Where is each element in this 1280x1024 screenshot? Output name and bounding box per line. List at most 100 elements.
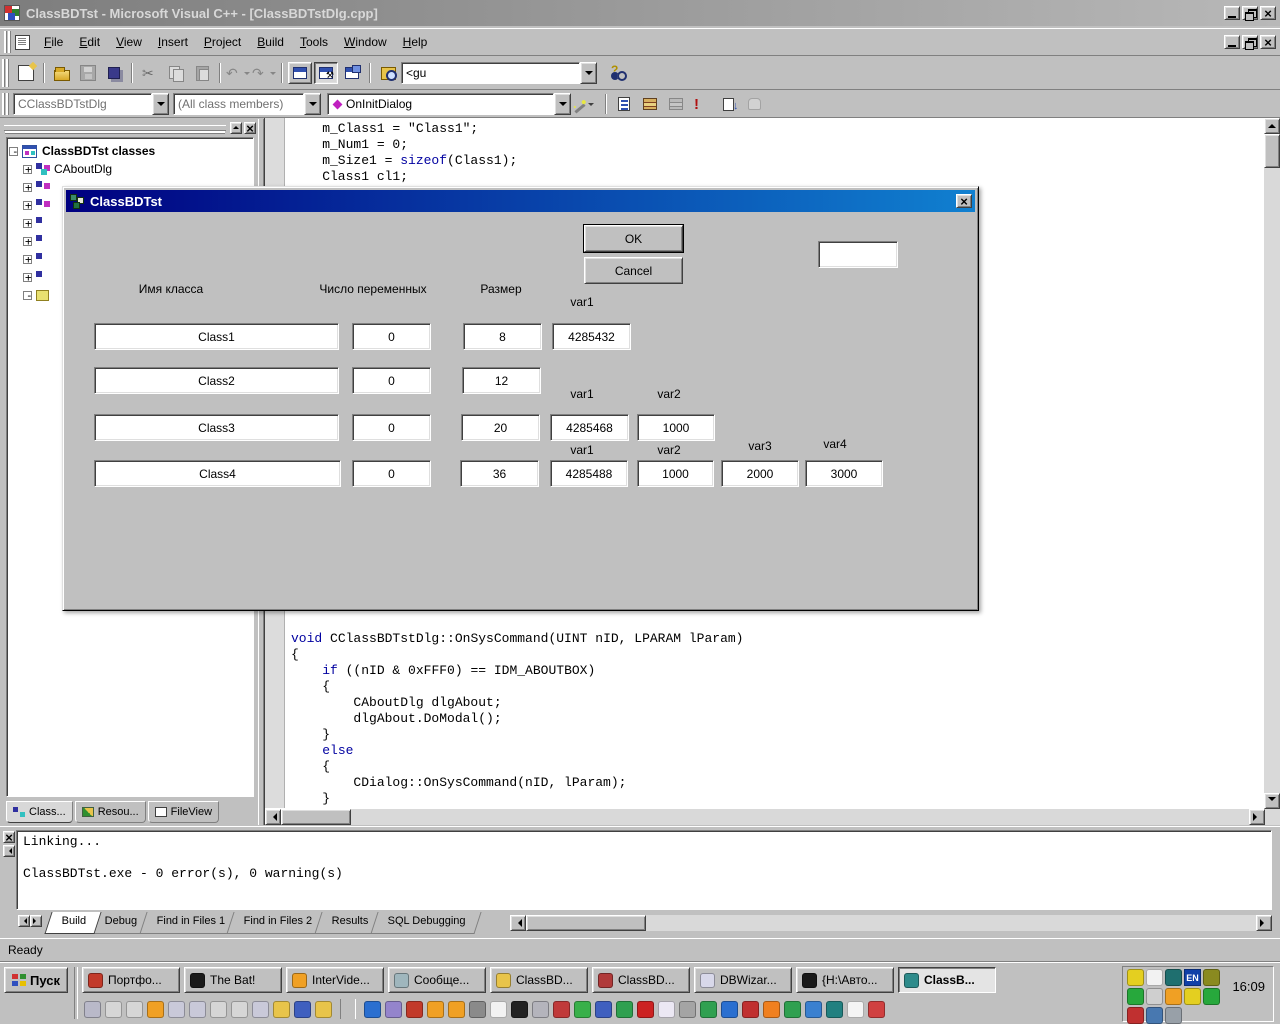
quicklaunch-icon[interactable] bbox=[147, 1001, 164, 1018]
members-combo-text[interactable]: (All class members) bbox=[173, 93, 304, 115]
scroll-left-button[interactable] bbox=[510, 915, 526, 931]
task-button[interactable]: Сообще... bbox=[388, 967, 486, 993]
menu-window[interactable]: Window bbox=[336, 32, 395, 52]
scroll-right-button[interactable] bbox=[1256, 915, 1272, 931]
quicklaunch-icon[interactable] bbox=[553, 1001, 570, 1018]
quicklaunch-icon[interactable] bbox=[595, 1001, 612, 1018]
find-combo[interactable]: <gu bbox=[401, 62, 597, 84]
var3-field[interactable]: 2000 bbox=[721, 460, 799, 487]
menu-view[interactable]: View bbox=[108, 32, 150, 52]
horizontal-scroll-thumb[interactable] bbox=[281, 809, 351, 825]
search-button[interactable] bbox=[607, 62, 631, 84]
compile-button[interactable] bbox=[612, 93, 636, 115]
wizard-action-button[interactable] bbox=[572, 93, 596, 115]
class-combo-dropdown[interactable] bbox=[152, 93, 169, 115]
var1-field[interactable]: 4285468 bbox=[550, 414, 629, 441]
quicklaunch-icon[interactable] bbox=[511, 1001, 528, 1018]
tray-icon[interactable] bbox=[1146, 1007, 1163, 1024]
quicklaunch-icon[interactable] bbox=[637, 1001, 654, 1018]
tab-find-in-files-1[interactable]: Find in Files 1 bbox=[139, 912, 241, 934]
task-button[interactable]: The Bat! bbox=[184, 967, 282, 993]
tab-sql-debugging[interactable]: SQL Debugging bbox=[370, 912, 481, 934]
editor-horizontal-scrollbar[interactable] bbox=[265, 809, 1280, 825]
restore-button[interactable] bbox=[1242, 6, 1258, 20]
menu-tools[interactable]: Tools bbox=[292, 32, 336, 52]
class-combo[interactable]: CClassBDTstDlg bbox=[13, 93, 169, 115]
class-name-field[interactable]: Class2 bbox=[94, 367, 339, 394]
tray-icon[interactable] bbox=[1127, 1007, 1144, 1024]
quicklaunch-icon[interactable] bbox=[805, 1001, 822, 1018]
quicklaunch-icon[interactable] bbox=[231, 1001, 248, 1018]
editor-vertical-scrollbar[interactable] bbox=[1264, 118, 1280, 809]
tray-icon[interactable] bbox=[1165, 969, 1182, 986]
task-button[interactable]: InterVide... bbox=[286, 967, 384, 993]
vertical-scroll-thumb[interactable] bbox=[1264, 134, 1280, 168]
quicklaunch-icon[interactable] bbox=[763, 1001, 780, 1018]
class-combo-text[interactable]: CClassBDTstDlg bbox=[13, 93, 152, 115]
function-combo-dropdown[interactable] bbox=[554, 93, 571, 115]
close-button[interactable] bbox=[1260, 6, 1276, 20]
menu-project[interactable]: Project bbox=[196, 32, 249, 52]
tab-find-in-files-2[interactable]: Find in Files 2 bbox=[227, 912, 329, 934]
tree-root[interactable]: ClassBDTst classes bbox=[9, 142, 251, 160]
cut-button[interactable] bbox=[138, 62, 162, 84]
quicklaunch-icon[interactable] bbox=[427, 1001, 444, 1018]
expand-icon[interactable] bbox=[23, 255, 32, 264]
quicklaunch-icon[interactable] bbox=[448, 1001, 465, 1018]
workspace-pin-button[interactable] bbox=[230, 122, 242, 134]
members-combo-dropdown[interactable] bbox=[304, 93, 321, 115]
quicklaunch-icon[interactable] bbox=[364, 1001, 381, 1018]
tabs-scroll-right-button[interactable] bbox=[30, 915, 42, 927]
scroll-right-button[interactable] bbox=[1249, 809, 1265, 825]
class-name-field[interactable]: Class1 bbox=[94, 323, 339, 350]
function-combo[interactable]: OnInitDialog bbox=[327, 93, 571, 115]
menu-build[interactable]: Build bbox=[249, 32, 292, 52]
dialog-close-button[interactable] bbox=[956, 194, 972, 208]
dialog-titlebar[interactable]: ClassBDTst bbox=[66, 190, 975, 212]
quicklaunch-icon[interactable] bbox=[721, 1001, 738, 1018]
quicklaunch-icon[interactable] bbox=[315, 1001, 332, 1018]
size-field[interactable]: 36 bbox=[460, 460, 539, 487]
output-scroll-thumb[interactable] bbox=[526, 915, 646, 931]
scroll-left-button[interactable] bbox=[265, 809, 281, 825]
quicklaunch-icon[interactable] bbox=[679, 1001, 696, 1018]
tab-build[interactable]: Build bbox=[44, 912, 102, 934]
output-collapse-button[interactable] bbox=[3, 845, 15, 857]
task-button[interactable]: ClassB... bbox=[898, 967, 996, 993]
go-button[interactable] bbox=[716, 93, 740, 115]
workspace-close-button[interactable] bbox=[244, 122, 256, 134]
mdi-minimize-button[interactable] bbox=[1224, 35, 1240, 49]
tabs-scroll-left-button[interactable] bbox=[18, 915, 30, 927]
task-button[interactable]: DBWizar... bbox=[694, 967, 792, 993]
size-field[interactable]: 8 bbox=[463, 323, 542, 350]
quicklaunch-icon[interactable] bbox=[658, 1001, 675, 1018]
function-combo-text[interactable]: OnInitDialog bbox=[346, 97, 412, 114]
tab-fileview[interactable]: FileView bbox=[148, 801, 219, 823]
expand-icon[interactable] bbox=[23, 201, 32, 210]
find-in-files-button[interactable] bbox=[376, 62, 400, 84]
minimize-button[interactable] bbox=[1224, 6, 1240, 20]
copy-button[interactable] bbox=[164, 62, 188, 84]
tray-icon[interactable] bbox=[1146, 988, 1163, 1005]
execute-button[interactable] bbox=[690, 93, 714, 115]
class-name-field[interactable]: Class4 bbox=[94, 460, 341, 487]
build-button[interactable] bbox=[638, 93, 662, 115]
quicklaunch-icon[interactable] bbox=[700, 1001, 717, 1018]
tray-icon[interactable] bbox=[1165, 988, 1182, 1005]
quicklaunch-icon[interactable] bbox=[574, 1001, 591, 1018]
start-button[interactable]: Пуск bbox=[4, 967, 68, 993]
quicklaunch-icon[interactable] bbox=[210, 1001, 227, 1018]
ok-button[interactable]: OK bbox=[584, 225, 683, 252]
quicklaunch-icon[interactable] bbox=[84, 1001, 101, 1018]
breakpoint-button[interactable] bbox=[742, 93, 766, 115]
class-name-field[interactable]: Class3 bbox=[94, 414, 339, 441]
task-button[interactable]: ClassBD... bbox=[592, 967, 690, 993]
toolbar-gripper[interactable] bbox=[2, 59, 9, 87]
new-file-button[interactable] bbox=[14, 62, 38, 84]
expand-icon[interactable] bbox=[23, 219, 32, 228]
task-button[interactable]: {H:\Авто... bbox=[796, 967, 894, 993]
menubar-gripper[interactable] bbox=[4, 31, 11, 53]
tab-resourceview[interactable]: Resou... bbox=[75, 801, 146, 823]
var2-field[interactable]: 1000 bbox=[637, 460, 714, 487]
workspace-toggle-button[interactable] bbox=[288, 62, 312, 84]
